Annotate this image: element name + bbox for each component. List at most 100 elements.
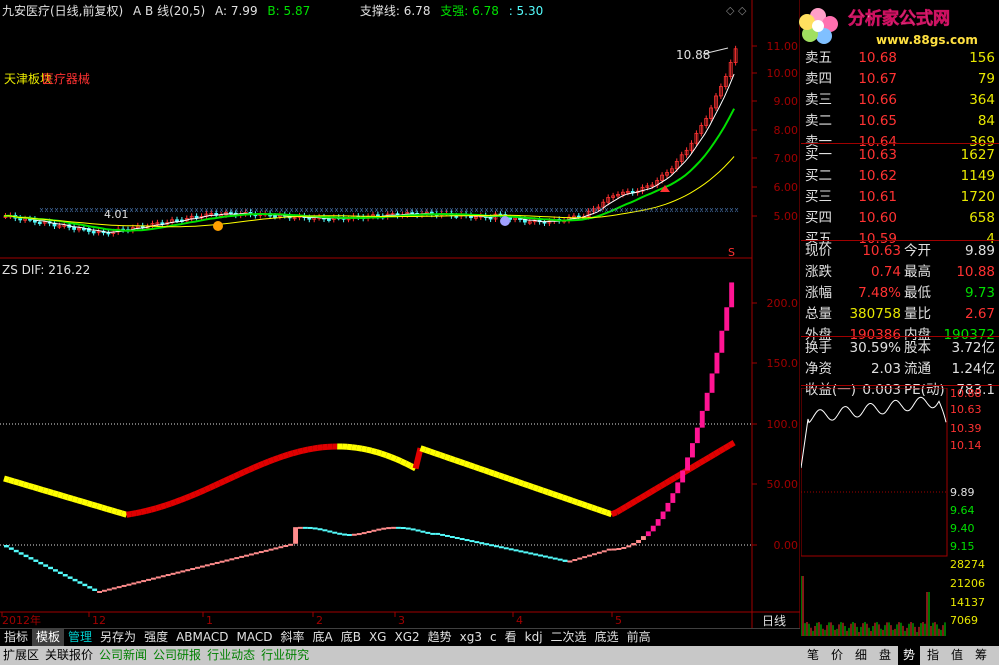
dif-step bbox=[660, 511, 666, 520]
right-tab[interactable]: 势 bbox=[898, 646, 920, 665]
indicator-tab[interactable]: xg3 bbox=[456, 629, 486, 646]
bottom-tab[interactable]: 公司新闻 bbox=[96, 646, 150, 665]
zs-line-segment bbox=[12, 478, 20, 486]
sells-row[interactable]: 卖五 10.68 156 bbox=[803, 49, 997, 68]
indicator-tab[interactable]: 指标 bbox=[0, 629, 32, 646]
indicator-tab[interactable]: 强度 bbox=[140, 629, 172, 646]
zs-line-segment bbox=[614, 506, 623, 515]
dif-step bbox=[400, 527, 406, 530]
xaxis-label: 3 bbox=[398, 614, 405, 627]
period-label[interactable]: 日线 bbox=[762, 612, 786, 629]
zs-line-segment bbox=[287, 450, 294, 458]
zs-line-segment bbox=[17, 479, 25, 488]
dif-step bbox=[503, 547, 509, 550]
diamond-icon[interactable]: ◇ bbox=[738, 4, 746, 17]
zs-line-segment bbox=[228, 473, 236, 482]
indicator-tab[interactable]: MACD bbox=[233, 629, 277, 646]
indicator-tab[interactable]: 底A bbox=[309, 629, 337, 646]
indicator-tab[interactable]: ABMACD bbox=[172, 629, 232, 646]
sells-row[interactable]: 卖二 10.65 84 bbox=[803, 112, 997, 131]
dif-step bbox=[288, 543, 294, 546]
indicator-tab[interactable]: 斜率 bbox=[276, 629, 308, 646]
bottom-tab[interactable]: 关联报价 bbox=[42, 646, 96, 665]
dif-step bbox=[278, 546, 284, 549]
indicator-tab[interactable]: 模板 bbox=[32, 629, 65, 646]
indicator-tab[interactable]: XG2 bbox=[390, 629, 423, 646]
indicator-tab[interactable]: 前高 bbox=[623, 629, 655, 646]
chart-canvas[interactable]: 11.0010.009.008.007.006.005.00200.0150.0… bbox=[0, 0, 800, 628]
zs-line-segment bbox=[361, 445, 368, 453]
indicator-tabs[interactable]: 指标 模板 管理 另存为 强度 ABMACD MACD 斜率 底A 底B XG XG2 趋势 xg3 c 看 k… bbox=[0, 628, 800, 647]
bottom-tab[interactable]: 公司研报 bbox=[150, 646, 204, 665]
indicator-tab[interactable]: 底选 bbox=[591, 629, 623, 646]
order-level-label: 卖三 bbox=[805, 92, 832, 108]
zs-line-segment bbox=[150, 505, 157, 513]
order-level-label: 买四 bbox=[805, 210, 832, 226]
sells-row[interactable]: 卖四 10.67 79 bbox=[803, 70, 997, 89]
zs-line-segment bbox=[453, 457, 461, 465]
dif-step bbox=[160, 575, 166, 578]
dif-step bbox=[77, 581, 83, 584]
dif-step bbox=[611, 548, 617, 551]
right-tab[interactable]: 筹 bbox=[970, 646, 992, 665]
right-tab[interactable]: 盘 bbox=[874, 646, 896, 665]
diamond-icon[interactable]: ◇ bbox=[726, 4, 734, 17]
indicator-tab[interactable]: kdj bbox=[521, 629, 547, 646]
bottom-tab[interactable]: 行业动态 bbox=[204, 646, 258, 665]
zs-line-segment bbox=[145, 506, 152, 514]
dif-step bbox=[214, 561, 220, 564]
zs-line-segment bbox=[52, 490, 59, 498]
indicator-tab[interactable]: c bbox=[486, 629, 501, 646]
indicator-tab[interactable]: 趋势 bbox=[424, 629, 456, 646]
candle-body bbox=[273, 215, 277, 218]
dif-step bbox=[351, 533, 357, 536]
right-panel-tabs[interactable]: 笔价细盘势指值筹 bbox=[800, 646, 999, 665]
buy-marker-icon bbox=[213, 221, 223, 231]
zs-line-segment bbox=[237, 469, 246, 477]
right-tab[interactable]: 值 bbox=[946, 646, 968, 665]
dif-step bbox=[293, 527, 298, 544]
indicator-tab[interactable]: 另存为 bbox=[96, 629, 140, 646]
dif-step bbox=[543, 555, 548, 558]
stat-label: 流通 bbox=[904, 361, 931, 377]
right-tab[interactable]: 指 bbox=[922, 646, 944, 665]
right-tab[interactable]: 细 bbox=[850, 646, 872, 665]
bottom-tab[interactable]: 扩展区 bbox=[0, 646, 42, 665]
stat-value: 30.59% bbox=[849, 340, 901, 356]
zs-line-segment bbox=[639, 492, 648, 501]
dif-step bbox=[675, 482, 681, 494]
buys-row[interactable]: 买一 10.63 1627 bbox=[803, 146, 997, 165]
order-price: 10.61 bbox=[858, 189, 897, 205]
indicator-tab[interactable]: 看 bbox=[501, 629, 521, 646]
right-tab[interactable]: 价 bbox=[826, 646, 848, 665]
zs-line-segment bbox=[649, 486, 658, 495]
indicator-tab[interactable]: 管理 bbox=[64, 629, 96, 646]
indicator-tab[interactable]: XG bbox=[365, 629, 391, 646]
zs-line-segment bbox=[424, 447, 432, 455]
dif-step bbox=[43, 564, 49, 567]
intraday-mini-chart[interactable]: 10.88 10.63 10.39 10.14 9.89 9.64 9.40 9.15 2827… bbox=[801, 388, 999, 646]
dif-step bbox=[106, 588, 112, 591]
zs-line-segment bbox=[106, 506, 113, 514]
kline-chart-area[interactable]: 11.00 10.00 9.00 8.00 7.00 6.00 5.00 200.0 150.0… bbox=[0, 0, 800, 628]
zs-line-segment bbox=[419, 445, 427, 453]
zs-line-segment bbox=[164, 500, 172, 509]
zs-line-segment bbox=[634, 495, 643, 504]
indicator-tab[interactable]: 底B bbox=[337, 629, 365, 646]
right-tab[interactable]: 笔 bbox=[802, 646, 824, 665]
zs-line-segment bbox=[126, 511, 132, 518]
zs-line-segment bbox=[370, 447, 378, 455]
bottom-tab[interactable]: 行业研究 bbox=[258, 646, 312, 665]
zs-line-segment bbox=[71, 495, 79, 504]
indicator-name: A B 线(20,5) bbox=[133, 4, 206, 18]
stat-value: 7.48% bbox=[858, 285, 901, 301]
order-level-label: 卖二 bbox=[805, 113, 832, 129]
buys-row[interactable]: 买二 10.62 1149 bbox=[803, 167, 997, 186]
buys-row[interactable]: 买四 10.60 658 bbox=[803, 209, 997, 228]
dif-step bbox=[263, 549, 269, 552]
buys-row[interactable]: 买三 10.61 1720 bbox=[803, 188, 997, 207]
indicator-tab[interactable]: 二次选 bbox=[547, 629, 591, 646]
zs-line-segment bbox=[483, 467, 491, 475]
dif-step bbox=[469, 540, 475, 543]
sells-row[interactable]: 卖三 10.66 364 bbox=[803, 91, 997, 110]
